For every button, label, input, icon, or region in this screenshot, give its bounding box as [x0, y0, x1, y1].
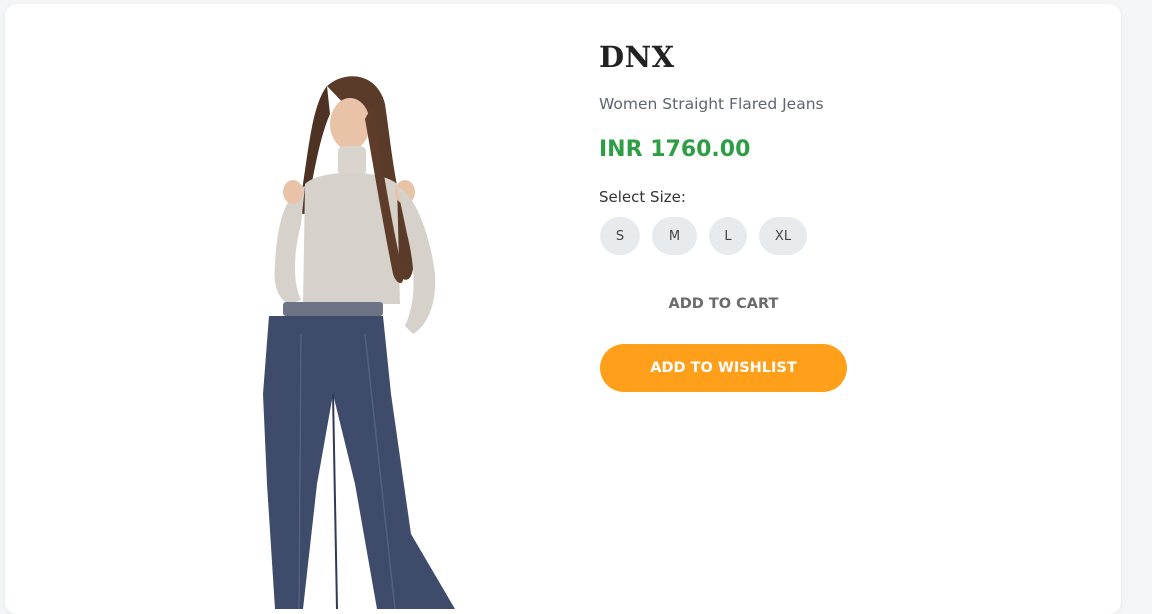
size-option-l[interactable]: L — [709, 217, 747, 255]
product-card: DNX Women Straight Flared Jeans INR 1760… — [5, 4, 1121, 614]
size-options: S M L XL — [600, 217, 807, 255]
product-title: Women Straight Flared Jeans — [599, 95, 824, 113]
brand-name: DNX — [599, 40, 675, 74]
size-label: Select Size: — [599, 188, 686, 206]
add-to-cart-button[interactable]: ADD TO CART — [600, 288, 847, 320]
product-price: INR 1760.00 — [599, 137, 751, 162]
size-option-s[interactable]: S — [600, 217, 640, 255]
size-option-xl[interactable]: XL — [759, 217, 807, 255]
product-image — [263, 76, 455, 609]
size-option-m[interactable]: M — [652, 217, 697, 255]
add-to-wishlist-button[interactable]: ADD TO WISHLIST — [600, 344, 847, 392]
